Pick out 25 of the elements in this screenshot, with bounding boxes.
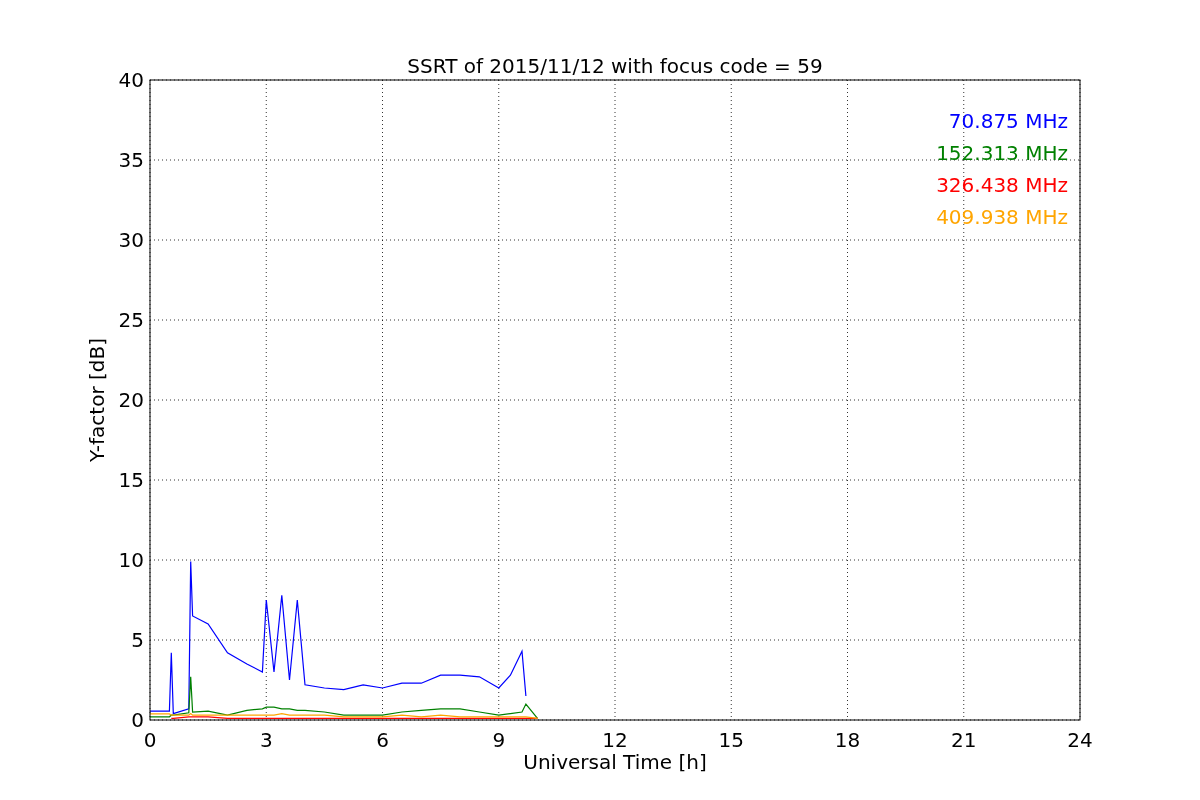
- y-tick-label: 35: [118, 148, 144, 172]
- legend-label: 70.875 MHz: [948, 109, 1068, 133]
- x-tick-label: 15: [718, 728, 744, 752]
- x-tick-label: 18: [834, 728, 861, 752]
- x-tick-label: 21: [951, 728, 977, 752]
- y-tick-label: 0: [131, 708, 144, 732]
- y-tick-label: 40: [118, 68, 144, 92]
- x-tick-label: 3: [259, 728, 273, 752]
- x-tick-label: 24: [1067, 728, 1093, 752]
- y-axis-label: Y-factor [dB]: [85, 338, 109, 462]
- x-tick-label: 12: [602, 728, 628, 752]
- chart-title: SSRT of 2015/11/12 with focus code = 59: [407, 54, 823, 78]
- x-tick-label: 0: [143, 728, 157, 752]
- y-tick-label: 30: [118, 228, 144, 252]
- y-tick-label: 15: [118, 468, 144, 492]
- y-tick-label: 10: [118, 548, 144, 572]
- x-axis-label: Universal Time [h]: [523, 750, 707, 774]
- x-tick-label: 9: [492, 728, 506, 752]
- y-tick-label: 5: [131, 628, 144, 652]
- legend-label: 409.938 MHz: [936, 205, 1068, 229]
- legend-label: 326.438 MHz: [936, 173, 1068, 197]
- y-tick-label: 25: [118, 308, 144, 332]
- y-tick-label: 20: [118, 388, 144, 412]
- legend-label: 152.313 MHz: [936, 141, 1068, 165]
- x-tick-label: 6: [376, 728, 389, 752]
